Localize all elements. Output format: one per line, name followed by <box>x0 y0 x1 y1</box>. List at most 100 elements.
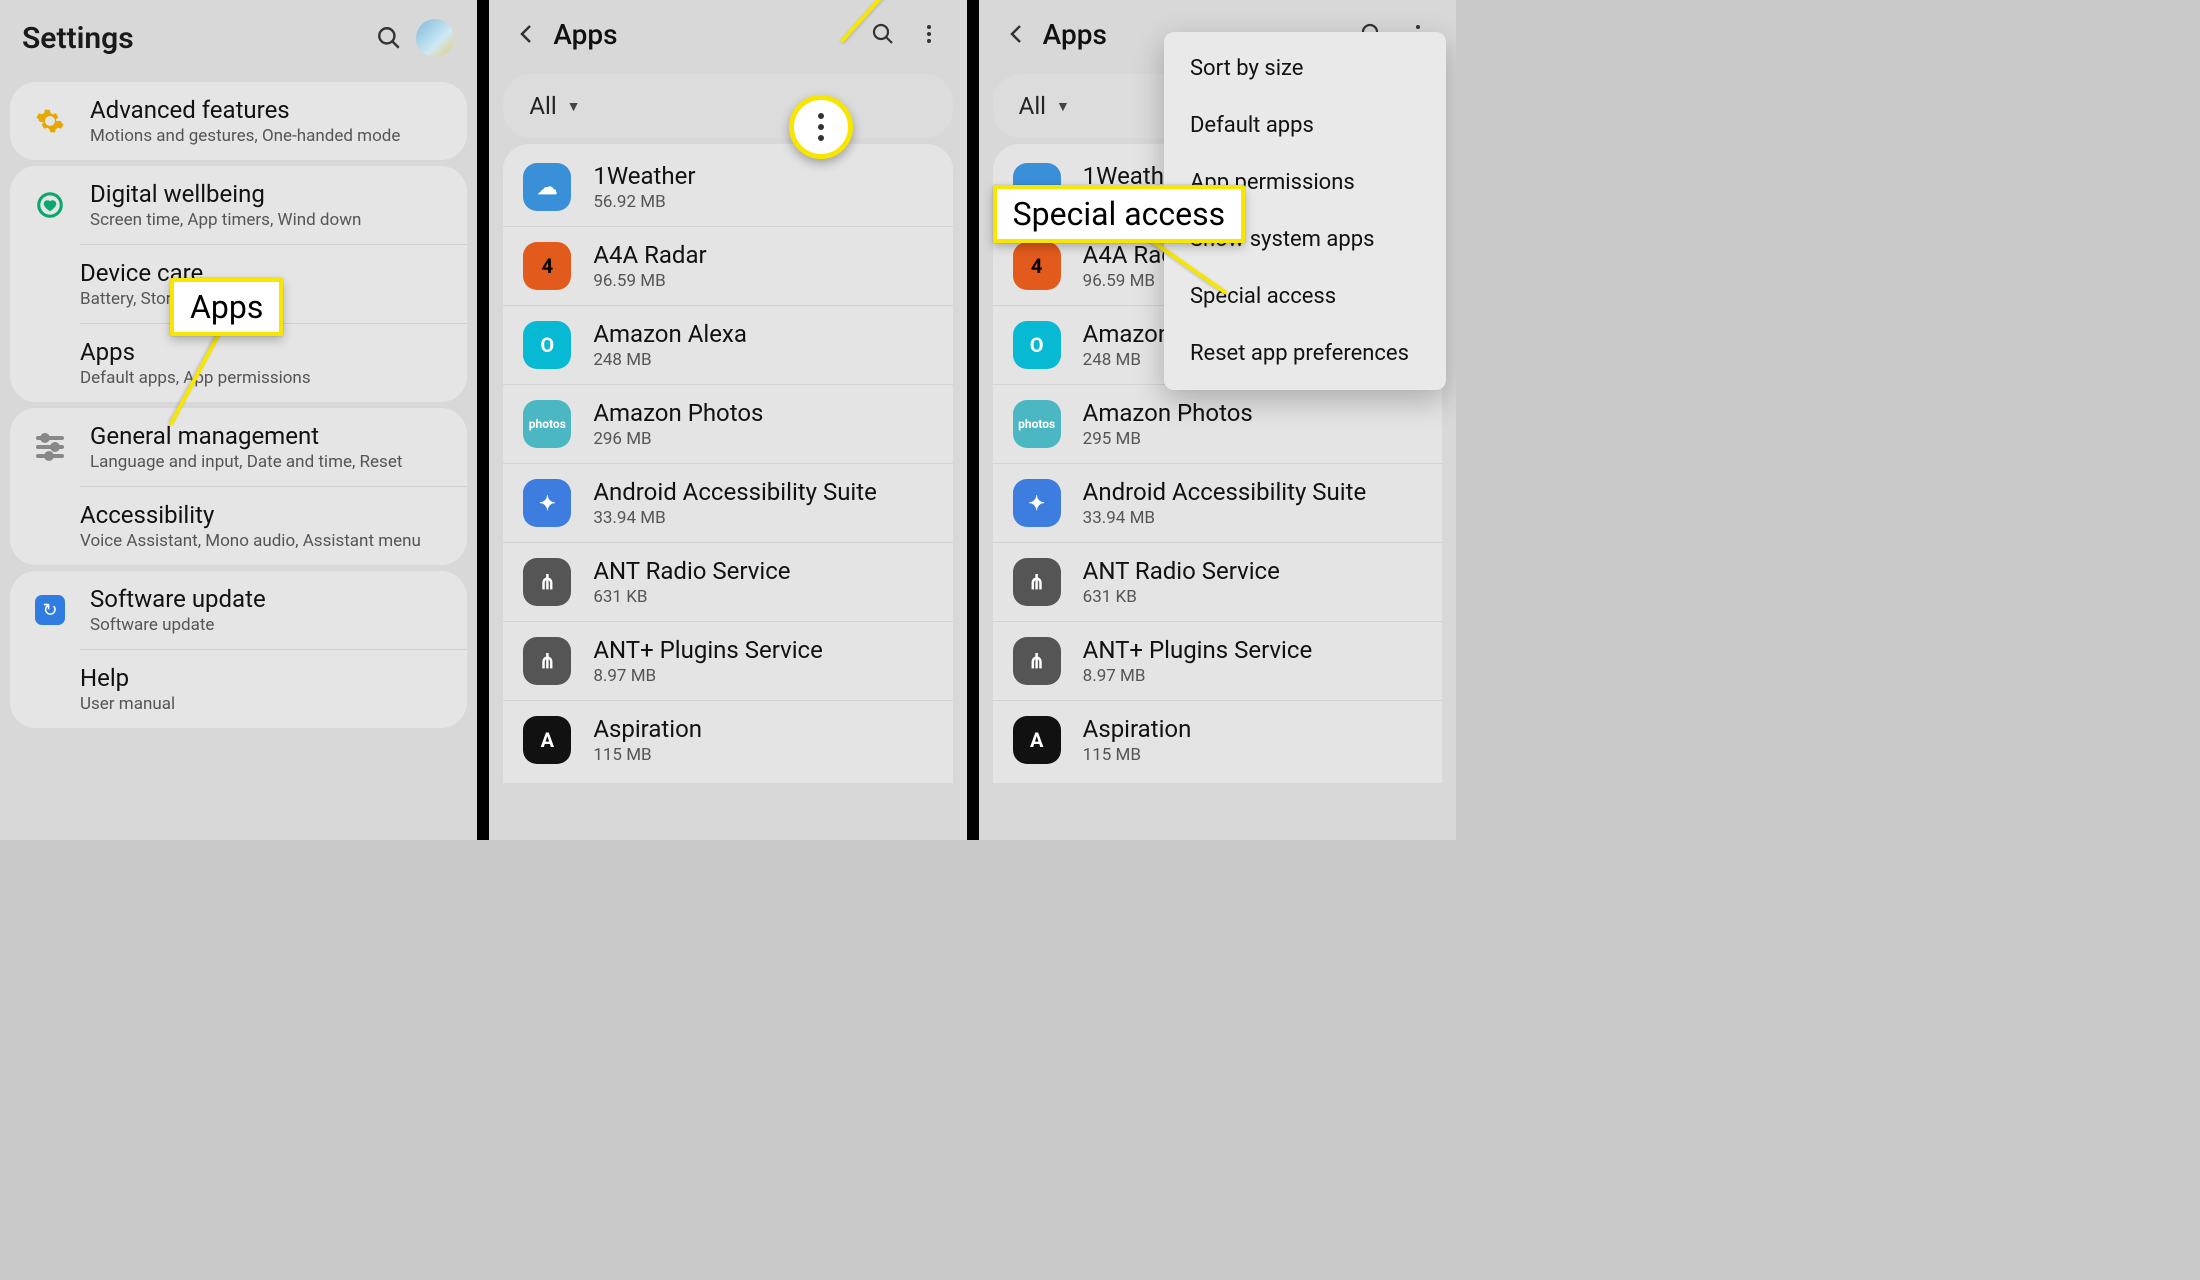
app-size: 115 MB <box>593 745 702 765</box>
app-icon: 4 <box>523 242 571 290</box>
app-icon: A <box>523 716 571 764</box>
app-icon: O <box>523 321 571 369</box>
app-name: ANT Radio Service <box>593 557 790 585</box>
app-name: Aspiration <box>1083 715 1192 743</box>
app-icon: ⋔ <box>523 637 571 685</box>
app-size: 296 MB <box>593 429 763 449</box>
callout-ring-more <box>789 95 853 159</box>
row-title: Accessibility <box>80 501 421 529</box>
callout-special-access: Special access <box>993 185 1246 243</box>
app-row[interactable]: ✦Android Accessibility Suite33.94 MB <box>993 463 1442 542</box>
app-name: ANT Radio Service <box>1083 557 1280 585</box>
panel-apps: Apps All ▼ ☁ 1Weather56.92 MB 4 A4A Radar96… <box>483 0 972 840</box>
heart-icon <box>28 183 72 227</box>
panel-settings: Settings Advanced featuresMotions and ge… <box>0 0 483 840</box>
app-icon: A <box>1013 716 1061 764</box>
apps-list: ☁ 1Weather56.92 MB 4 A4A Radar96.59 MB O Amaz… <box>503 144 952 783</box>
app-size: 295 MB <box>1083 429 1253 449</box>
app-icon: ☁ <box>523 163 571 211</box>
app-size: 631 KB <box>593 587 790 607</box>
more-icon[interactable] <box>909 14 949 54</box>
app-size: 248 MB <box>593 350 747 370</box>
app-icon: ⋔ <box>1013 558 1061 606</box>
app-icon: ⋔ <box>1013 637 1061 685</box>
app-icon: ⋔ <box>523 558 571 606</box>
app-name: ANT+ Plugins Service <box>1083 636 1313 664</box>
app-row[interactable]: ⋔ANT+ Plugins Service8.97 MB <box>503 621 952 700</box>
app-name: 1Weather <box>593 162 695 190</box>
settings-group: Advanced featuresMotions and gestures, O… <box>10 82 467 160</box>
app-name: Amazon Photos <box>593 399 763 427</box>
filter-label: All <box>1019 92 1046 120</box>
app-name: Amazon Photos <box>1083 399 1253 427</box>
app-icon: ✦ <box>1013 479 1061 527</box>
search-icon[interactable] <box>369 18 409 58</box>
app-size: 96.59 MB <box>593 271 706 291</box>
chevron-down-icon: ▼ <box>1056 98 1070 115</box>
settings-row-heart[interactable]: Digital wellbeingScreen time, App timers… <box>10 166 467 244</box>
back-icon[interactable] <box>997 14 1037 54</box>
app-row[interactable]: ✦ Android Accessibility Suite33.94 MB <box>503 463 952 542</box>
app-icon: photos <box>523 400 571 448</box>
app-row[interactable]: 4 A4A Radar96.59 MB <box>503 226 952 305</box>
sliders-icon <box>28 425 72 469</box>
app-name: A4A Radar <box>593 241 706 269</box>
settings-row-sliders[interactable]: General managementLanguage and input, Da… <box>10 408 467 486</box>
gear-icon <box>28 99 72 143</box>
apps-header: Apps <box>489 0 966 68</box>
app-size: 631 KB <box>1083 587 1280 607</box>
row-subtitle: Motions and gestures, One-handed mode <box>90 126 400 146</box>
app-icon: O <box>1013 321 1061 369</box>
app-icon: photos <box>1013 400 1061 448</box>
app-size: 115 MB <box>1083 745 1192 765</box>
settings-group: General managementLanguage and input, Da… <box>10 408 467 565</box>
row-title: Help <box>80 664 175 692</box>
app-row[interactable]: photos Amazon Photos295 MB <box>993 384 1442 463</box>
row-subtitle: User manual <box>80 694 175 714</box>
row-title: Apps <box>80 338 311 366</box>
row-subtitle: Software update <box>90 615 266 635</box>
row-subtitle: Screen time, App timers, Wind down <box>90 210 361 230</box>
app-size: 8.97 MB <box>1083 666 1313 686</box>
settings-header: Settings <box>0 0 477 76</box>
back-icon[interactable] <box>507 14 547 54</box>
app-size: 33.94 MB <box>1083 508 1367 528</box>
app-size: 56.92 MB <box>593 192 695 212</box>
app-row[interactable]: ⋔ ANT Radio Service631 KB <box>993 542 1442 621</box>
settings-row-access[interactable]: AccessibilityVoice Assistant, Mono audio… <box>80 486 467 565</box>
chevron-down-icon: ▼ <box>567 98 581 115</box>
app-size: 8.97 MB <box>593 666 823 686</box>
row-title: Advanced features <box>90 96 400 124</box>
app-row[interactable]: ⋔ ANT+ Plugins Service8.97 MB <box>993 621 1442 700</box>
row-title: General management <box>90 422 402 450</box>
app-name: Android Accessibility Suite <box>593 478 877 506</box>
profile-avatar[interactable] <box>415 18 455 58</box>
settings-row-update[interactable]: ↻Software updateSoftware update <box>10 571 467 649</box>
row-subtitle: Language and input, Date and time, Reset <box>90 452 402 472</box>
row-title: Digital wellbeing <box>90 180 361 208</box>
app-name: Amazon Alexa <box>593 320 747 348</box>
row-subtitle: Voice Assistant, Mono audio, Assistant m… <box>80 531 421 551</box>
apps-title: Apps <box>553 18 856 51</box>
settings-group: ↻Software updateSoftware update?HelpUser… <box>10 571 467 728</box>
app-icon: ✦ <box>523 479 571 527</box>
row-title: Software update <box>90 585 266 613</box>
app-row[interactable]: A Aspiration115 MB <box>993 700 1442 779</box>
filter-all[interactable]: All ▼ <box>503 74 952 138</box>
menu-item[interactable]: Reset app preferences <box>1164 325 1446 382</box>
app-row[interactable]: O Amazon Alexa248 MB <box>503 305 952 384</box>
app-row[interactable]: ⋔ ANT Radio Service631 KB <box>503 542 952 621</box>
menu-item[interactable]: Default apps <box>1164 97 1446 154</box>
app-row[interactable]: photos Amazon Photos296 MB <box>503 384 952 463</box>
filter-label: All <box>529 92 556 120</box>
app-row[interactable]: ☁ 1Weather56.92 MB <box>503 148 952 226</box>
app-name: Aspiration <box>593 715 702 743</box>
app-row[interactable]: A Aspiration115 MB <box>503 700 952 779</box>
settings-title: Settings <box>22 21 363 56</box>
panel-apps-menu: Apps All ▼ ☁1Weather56.92 MB4A4A Radar96… <box>973 0 1456 840</box>
search-icon[interactable] <box>863 14 903 54</box>
menu-item[interactable]: Sort by size <box>1164 40 1446 97</box>
settings-row-gear[interactable]: Advanced featuresMotions and gestures, O… <box>10 82 467 160</box>
settings-row-help[interactable]: ?HelpUser manual <box>80 649 467 728</box>
app-size: 33.94 MB <box>593 508 877 528</box>
